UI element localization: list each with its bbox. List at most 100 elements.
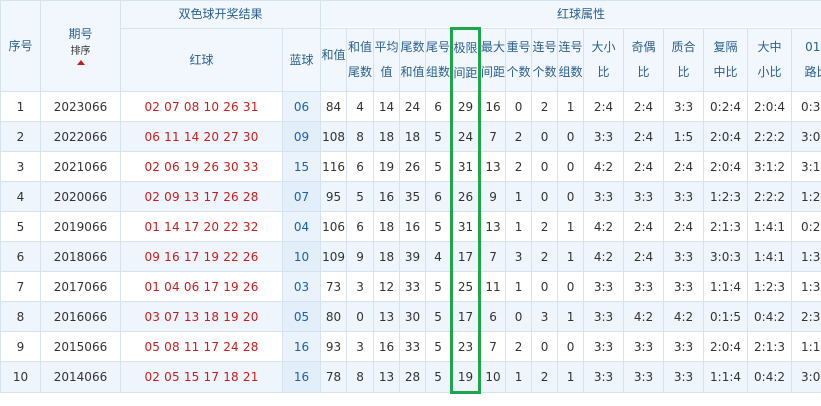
attr-cell: 106	[320, 211, 348, 242]
attr-cell: 1	[505, 361, 533, 393]
lottery-results-table: 序号 期号 排序 双色球开奖结果 红球属性 红球 蓝球 和值 和值 尾数 平均值尾数和…	[0, 0, 821, 394]
blue-ball: 07	[281, 181, 322, 212]
attr-cell: 3:3	[663, 241, 705, 272]
attr-cell: 16	[399, 211, 427, 242]
attr-cell: 7	[479, 331, 507, 362]
row-seq: 9	[0, 331, 41, 362]
attr-cell: 33	[399, 331, 427, 362]
attr-cell: 6	[346, 151, 375, 182]
attr-header: 012路比	[791, 28, 821, 92]
attr-cell: 10	[479, 361, 507, 393]
attr-cell: 1	[557, 241, 585, 272]
attr-cell: 2:1:3	[747, 331, 793, 362]
row-seq: 3	[0, 151, 41, 182]
blue-ball: 16	[281, 361, 322, 393]
attr-cell: 5	[425, 121, 453, 152]
row-period: 2014066	[40, 361, 121, 393]
table-row: 3 2021066 02 06 19 26 30 33 15 116 6 19 26 5 31 13…	[0, 151, 821, 182]
table-row: 6 2018066 09 16 17 19 22 26 10 109 9 18 39 4 17 7 3…	[0, 241, 821, 272]
attr-header: 连号 组数	[557, 28, 585, 92]
attr-cell: 31	[450, 211, 482, 242]
attr-cell: 23	[450, 331, 482, 362]
attr-cell: 1	[557, 211, 585, 242]
attr-cell: 3:3	[583, 361, 625, 393]
attr-header: 和值	[320, 28, 348, 92]
attr-cell: 13	[479, 211, 507, 242]
blue-ball: 04	[281, 211, 322, 242]
attr-cell: 3:3	[663, 271, 705, 302]
attr-cell: 4:2	[663, 301, 705, 332]
attr-cell: 3:3	[663, 91, 705, 122]
attr-cell: 73	[320, 271, 348, 302]
attr-cell: 116	[320, 151, 348, 182]
attr-cell: 3:3	[663, 361, 705, 393]
period-header-label: 期号	[68, 27, 93, 41]
attr-cell: 2	[531, 211, 559, 242]
attr-cell: 19	[450, 361, 482, 394]
row-period: 2019066	[40, 211, 121, 242]
attr-cell: 1:1:4	[703, 271, 749, 302]
attr-cell: 95	[320, 181, 348, 212]
sort-arrow-icon[interactable]	[76, 60, 85, 65]
attr-cell: 0	[557, 151, 585, 182]
attr-cell: 1	[557, 301, 585, 332]
table-row: 10 2014066 02 05 15 17 18 21 16 78 8 13 28 5 19 10…	[0, 361, 821, 394]
attr-header: 最大 间距	[479, 28, 507, 92]
red-balls: 05 08 11 17 24 28	[120, 331, 283, 362]
attr-cell: 1:2:3	[791, 181, 821, 212]
attr-cell: 1:2:3	[747, 271, 793, 302]
attr-cell: 17	[450, 301, 482, 332]
row-seq: 2	[0, 121, 41, 152]
attr-cell: 9	[346, 241, 375, 272]
attr-cell: 13	[373, 301, 401, 332]
attr-cell: 3	[531, 301, 559, 332]
table-row: 9 2015066 05 08 11 17 24 28 16 93 3 16 33 5 23 7 2 0…	[0, 331, 821, 362]
attr-cell: 0	[346, 301, 375, 332]
attr-cell: 93	[320, 331, 348, 362]
row-seq: 5	[0, 211, 41, 242]
attr-cell: 2:0:4	[703, 331, 749, 362]
attr-cell: 0:4:2	[747, 301, 793, 332]
sort-link[interactable]: 排序	[42, 44, 120, 59]
attr-cell: 1:3:2	[791, 271, 821, 302]
attr-header: 尾号 组数	[425, 28, 453, 92]
attr-cell: 33	[399, 271, 427, 302]
attr-header: 尾数 和值	[399, 28, 427, 92]
attr-cell: 2:0:4	[703, 121, 749, 152]
attr-cell: 1:2:3	[703, 181, 749, 212]
row-period: 2015066	[40, 331, 121, 362]
row-period: 2021066	[40, 151, 121, 182]
attr-cell: 1	[557, 91, 585, 122]
table-row: 7 2017066 01 04 06 17 19 26 03 73 3 12 33 5 25 11 1…	[0, 271, 821, 302]
attr-cell: 35	[399, 181, 427, 212]
period-header[interactable]: 期号 排序	[40, 0, 121, 92]
row-period: 2017066	[40, 271, 121, 302]
attr-cell: 3:0:3	[791, 361, 821, 393]
red-balls: 06 11 14 20 27 30	[120, 121, 283, 152]
attr-cell: 0	[557, 331, 585, 362]
attr-cell: 3	[346, 331, 375, 362]
attr-cell: 6	[346, 211, 375, 242]
attr-cell: 6	[479, 301, 507, 332]
row-seq: 8	[0, 301, 41, 332]
attr-cell: 2:4	[623, 211, 665, 242]
attr-cell: 26	[399, 151, 427, 182]
attr-group-header: 红球属性	[320, 0, 821, 29]
attr-cell: 78	[320, 361, 348, 393]
attr-cell: 31	[450, 151, 482, 182]
attr-cell: 0	[531, 151, 559, 182]
seq-header: 序号	[0, 0, 41, 92]
attr-cell: 24	[450, 121, 482, 152]
attr-cell: 0	[557, 181, 585, 212]
row-period: 2016066	[40, 301, 121, 332]
attr-cell: 18	[373, 241, 401, 272]
attr-cell: 0	[531, 331, 559, 362]
attr-cell: 39	[399, 241, 427, 272]
result-group-header: 双色球开奖结果	[119, 0, 322, 29]
attr-cell: 0:2:4	[791, 211, 821, 242]
attr-cell: 0	[505, 91, 533, 122]
blue-ball: 03	[281, 271, 322, 302]
attr-cell: 3:3	[583, 121, 625, 152]
attr-cell: 3	[346, 271, 375, 302]
blue-ball: 09	[281, 121, 322, 152]
